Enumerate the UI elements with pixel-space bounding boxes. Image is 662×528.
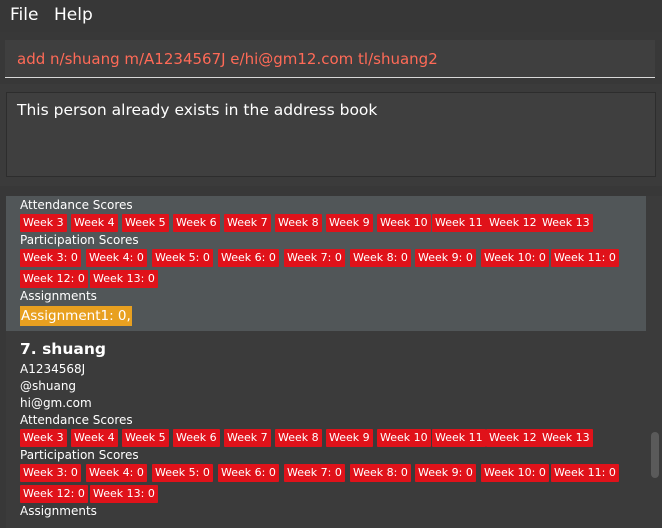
- menu-help[interactable]: Help: [54, 5, 93, 25]
- list-scrollbar[interactable]: [646, 196, 662, 528]
- participation-tag: Week 9: 0: [415, 464, 476, 482]
- attendance-label: Attendance Scores: [20, 413, 133, 427]
- attendance-tag: Week 10: [377, 214, 431, 232]
- attendance-tag: Week 5: [122, 429, 169, 447]
- menu-file[interactable]: File: [10, 5, 38, 25]
- attendance-tag: Week 4: [71, 429, 118, 447]
- attendance-tag: Week 9: [326, 429, 373, 447]
- attendance-tag: Week 3: [20, 214, 67, 232]
- participation-tag: Week 6: 0: [218, 249, 279, 267]
- participation-label: Participation Scores: [20, 448, 139, 462]
- person-telegram: @shuang: [20, 379, 77, 393]
- participation-tag: Week 13: 0: [90, 485, 158, 503]
- attendance-tag: Week 10: [377, 429, 431, 447]
- assignment-tag: Assignment1: 0,: [20, 306, 132, 326]
- participation-tag: Week 7: 0: [284, 464, 345, 482]
- attendance-tag: Week 6: [173, 214, 220, 232]
- participation-tag: Week 10: 0: [481, 464, 549, 482]
- person-email: hi@gm.com: [20, 396, 92, 410]
- participation-tag: Week 3: 0: [20, 464, 81, 482]
- attendance-tag: Week 11: [432, 429, 486, 447]
- participation-tag: Week 11: 0: [551, 249, 619, 267]
- participation-tag: Week 12: 0: [20, 270, 88, 288]
- command-box: [0, 32, 662, 84]
- scrollbar-thumb[interactable]: [651, 432, 659, 478]
- participation-tag: Week 8: 0: [350, 249, 411, 267]
- attendance-tag: Week 4: [71, 214, 118, 232]
- participation-tag: Week 7: 0: [284, 249, 345, 267]
- participation-tag: Week 9: 0: [415, 249, 476, 267]
- participation-label: Participation Scores: [20, 233, 139, 247]
- attendance-tag: Week 11: [432, 214, 486, 232]
- attendance-label: Attendance Scores: [20, 198, 133, 212]
- assignments-label: Assignments: [20, 289, 97, 303]
- person-list[interactable]: Attendance Scores Week 3 Week 4 Week 5 W…: [0, 186, 662, 528]
- attendance-tag: Week 7: [224, 429, 271, 447]
- attendance-tag: Week 13: [539, 429, 593, 447]
- participation-tag: Week 4: 0: [86, 249, 147, 267]
- participation-tag: Week 11: 0: [551, 464, 619, 482]
- person-matric: A1234568J: [20, 362, 86, 376]
- person-name: 7. shuang: [20, 340, 106, 358]
- person-card-7[interactable]: 7. shuang A1234568J @shuang hi@gm.com At…: [6, 331, 646, 528]
- participation-tag: Week 8: 0: [350, 464, 411, 482]
- command-input[interactable]: [5, 40, 655, 78]
- attendance-tag: Week 8: [275, 429, 322, 447]
- attendance-tag: Week 6: [173, 429, 220, 447]
- attendance-tag: Week 13: [539, 214, 593, 232]
- menu-bar: File Help: [0, 0, 662, 32]
- assignments-label: Assignments: [20, 504, 97, 518]
- person-card-selected[interactable]: Attendance Scores Week 3 Week 4 Week 5 W…: [6, 196, 646, 331]
- participation-tag: Week 5: 0: [152, 464, 213, 482]
- attendance-tag: Week 3: [20, 429, 67, 447]
- result-message: This person already exists in the addres…: [17, 101, 378, 119]
- participation-tag: Week 13: 0: [90, 270, 158, 288]
- participation-tag: Week 12: 0: [20, 485, 88, 503]
- attendance-tag: Week 12: [486, 429, 540, 447]
- participation-tag: Week 3: 0: [20, 249, 81, 267]
- attendance-tag: Week 8: [275, 214, 322, 232]
- participation-tag: Week 4: 0: [86, 464, 147, 482]
- attendance-tag: Week 12: [486, 214, 540, 232]
- result-display: This person already exists in the addres…: [6, 92, 656, 177]
- attendance-tag: Week 5: [122, 214, 169, 232]
- attendance-tag: Week 9: [326, 214, 373, 232]
- attendance-tag: Week 7: [224, 214, 271, 232]
- participation-tag: Week 5: 0: [152, 249, 213, 267]
- participation-tag: Week 10: 0: [481, 249, 549, 267]
- participation-tag: Week 6: 0: [218, 464, 279, 482]
